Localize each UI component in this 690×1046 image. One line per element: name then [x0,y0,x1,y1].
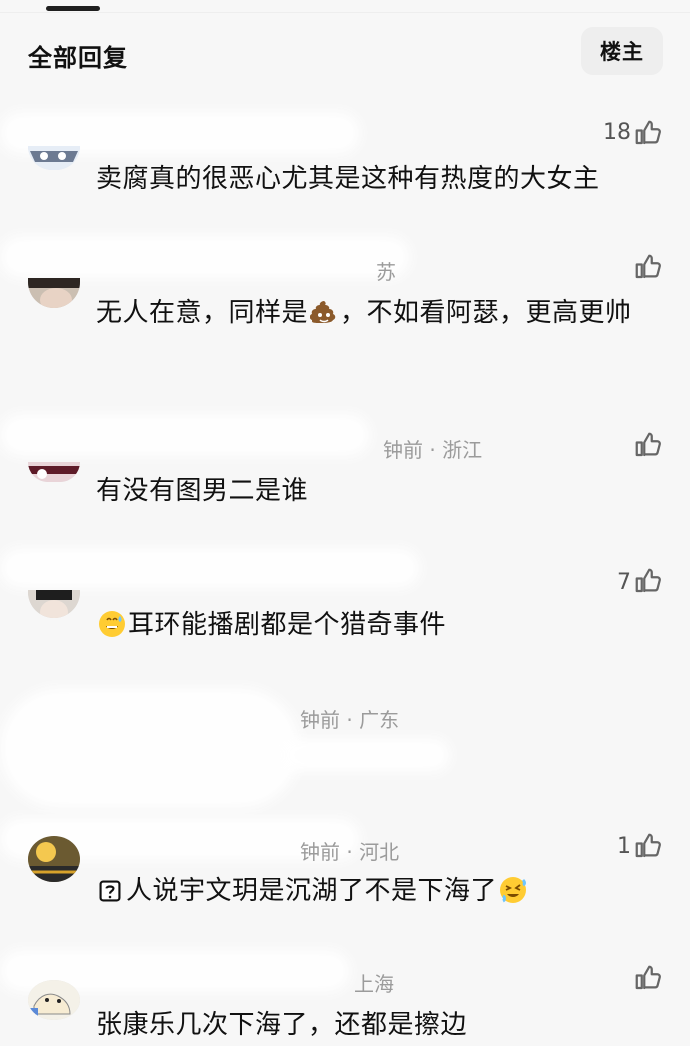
thumbs-up-icon[interactable] [633,252,663,282]
comment-text: 耳环能播剧都是个猎奇事件 [96,604,666,646]
comment-meta: 钟前 · 浙江 [383,438,483,462]
like-count: 7 [617,570,631,595]
comment-6: 钟前 · 河北 1 人说宇文玥是沉湖了不是下海了 [0,818,690,928]
redacted-area [0,688,300,808]
avatar[interactable] [28,836,80,882]
redacted-area [0,236,410,278]
comment-meta: 上海 [354,972,394,996]
comment-text: 无人在意，同样是 ，不如看阿瑟，更高更帅 [96,292,666,334]
comment-text-part: 无人在意，同样是 [96,298,309,328]
comment-meta: 苏 [376,260,396,284]
comment-meta: 钟前 · 广东 [300,708,400,732]
redacted-area [0,548,420,588]
comment-text: 有没有图男二是谁 [96,476,309,506]
comment-text-part: 人说宇文玥是沉湖了不是下海了 [126,876,498,906]
comment-2: 苏 无人在意，同样是 ，不如看阿瑟，更高更帅 [0,236,690,386]
thumbs-up-icon[interactable] [633,118,663,148]
redacted-area [280,738,450,772]
comment-text: 人说宇文玥是沉湖了不是下海了 [96,870,666,912]
avatar[interactable] [28,462,80,482]
comment-4: 7 耳环能播剧都是个猎奇事件 [0,548,690,652]
comment-text: 卖腐真的很恶心尤其是这种有热度的大女主 [96,164,600,194]
question-box-icon [99,880,121,902]
avatar[interactable] [28,590,80,618]
avatar[interactable] [28,146,80,170]
thumbs-up-icon[interactable] [633,566,663,596]
like-count: 18 [603,120,631,145]
avatar[interactable] [28,278,80,308]
comment-text-part: 耳环能播剧都是个猎奇事件 [128,610,447,640]
avatar[interactable] [28,980,80,1020]
comment-5: 钟前 · 广东 [0,688,690,808]
top-divider [0,12,690,13]
like-count: 1 [617,834,631,859]
thumbs-up-icon[interactable] [633,430,663,460]
poop-emoji-icon [310,301,336,323]
all-replies-title: 全部回复 [28,44,128,72]
top-indicator [46,6,100,11]
thumbs-up-icon[interactable] [633,831,663,861]
op-only-filter-button[interactable]: 楼主 [581,27,663,75]
comment-meta: 钟前 · 河北 [300,840,400,864]
comment-7: 上海 张康乐几次下海了，还都是擦边 [0,950,690,1040]
comment-1: 18 卖腐真的很恶心尤其是这种有热度的大女主 [0,112,690,208]
sweat-smile-emoji-icon [99,611,125,637]
thumbs-up-icon[interactable] [633,963,663,993]
comment-3: 钟前 · 浙江 有没有图男二是谁 [0,414,690,512]
replies-header: 全部回复 楼主 [0,22,690,80]
redacted-area [0,414,370,456]
rolling-laugh-emoji-icon [500,877,527,903]
comment-text-part: ，不如看阿瑟，更高更帅 [340,298,632,328]
